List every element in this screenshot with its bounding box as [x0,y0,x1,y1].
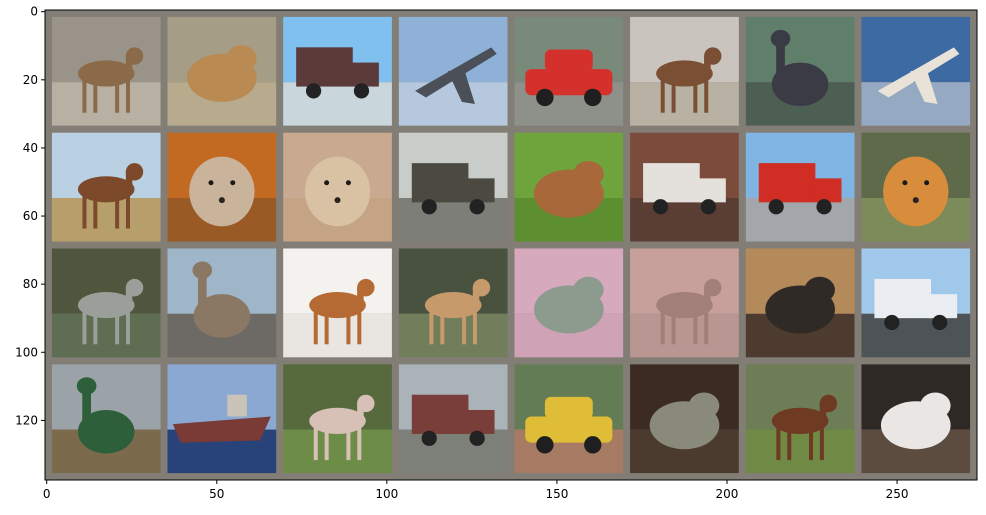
image-tile-greyhound-dog [398,248,508,358]
tile-ground [745,429,855,474]
tile-ground [630,313,739,358]
tile-ground [861,313,971,358]
image-tile-elk-grass [283,364,392,474]
image-tile-yellow-car [514,364,624,474]
image-tile-deer-faded [630,248,739,358]
image-tile-frog-pink [514,248,624,358]
image-tile-horse-and-man [51,132,161,242]
tile-ground [283,429,392,474]
image-tile-dark-animal [630,364,739,474]
y-tick-label: 100 [15,345,38,359]
x-tick-label: 250 [886,487,909,501]
x-tick-label: 200 [716,487,739,501]
y-tick-label: 80 [23,277,38,291]
image-tile-pheasant [51,364,161,474]
tile-ground [51,198,161,242]
image-tile-horse-head [167,132,277,242]
tile-ground [861,82,971,126]
tile-subject [304,156,371,227]
y-tick-label: 40 [23,141,38,155]
image-tile-deer-forest [51,248,161,358]
image-tile-cat-sitting [745,248,855,358]
image-tile-tow-truck [630,132,739,242]
y-tick-label: 120 [15,413,38,427]
image-tile-deer-standing [51,16,161,126]
tile-ground [51,82,161,126]
image-tile-pekingese-dog [861,132,971,242]
x-tick-label: 100 [375,487,398,501]
image-tile-cat-white [861,364,971,474]
tile-ground [51,313,161,358]
image-tile-fluffy-dog [283,132,392,242]
image-tile-elephants-road [398,132,508,242]
tile-ground [398,429,508,474]
x-tick-label: 50 [209,487,224,501]
tile-ground [630,198,739,242]
image-tile-jet-flying [398,16,508,126]
image-tile-ostrich [745,16,855,126]
tile-ground [283,313,392,358]
tile-ground [398,198,508,242]
y-tick-label: 0 [30,5,38,19]
tile-ground [283,82,392,126]
image-tile-ship [167,364,277,474]
image-tile-brown-horse [283,248,392,358]
plot-area [44,9,978,481]
tile-ground [398,82,508,126]
image-tile-fire-truck [745,132,855,242]
tile-subject [189,156,255,227]
image-tile-cat-lying [167,16,277,126]
image-tile-frog-grass [514,132,624,242]
image-tile-red-sports-car [514,16,624,126]
x-tick-label: 150 [545,487,568,501]
image-tile-airplane-climbing [861,16,971,126]
tile-subject [883,156,949,227]
y-tick-label: 60 [23,209,38,223]
image-tile-white-truck [861,248,971,358]
tile-ground [630,82,739,126]
image-tile-truck-front [283,16,392,126]
x-tick-label: 0 [43,487,51,501]
image-tile-horse-standing [745,364,855,474]
y-tick-label: 20 [23,73,38,87]
image-tile-bird-perched [167,248,277,358]
image-tile-horse-rider [630,16,739,126]
tile-ground [398,313,508,358]
image-tile-trucks-highway [398,364,508,474]
image-grid-figure: 0 50 100 150 200 250 0 20 40 60 80 100 120 [0,0,986,515]
tile-ground [745,198,855,242]
